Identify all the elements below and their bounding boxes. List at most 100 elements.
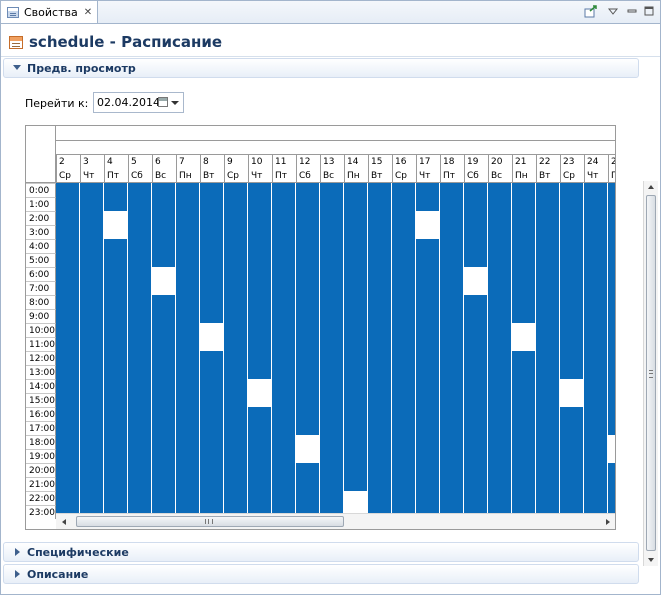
inactive-slot[interactable] [248,379,271,407]
day-column[interactable] [560,183,584,513]
day-column[interactable] [224,183,248,513]
day-number: 15 [368,155,392,169]
inactive-slot[interactable] [560,379,583,407]
inactive-slot[interactable] [296,435,319,463]
hour-label: 7:00 [26,281,56,295]
scroll-left-icon[interactable] [62,519,66,525]
day-number: 6 [152,155,176,169]
section-preview-header[interactable]: Предв. просмотр [3,58,639,78]
chevron-down-icon [13,65,21,70]
hour-label: 15:00 [26,393,56,407]
day-weekday: Вт [200,169,224,183]
horizontal-scrollbar[interactable] [56,513,615,529]
hour-label: 18:00 [26,435,56,449]
hour-label: 2:00 [26,211,56,225]
day-column[interactable] [488,183,512,513]
inactive-slot[interactable] [416,211,439,239]
day-column[interactable] [80,183,104,513]
day-weekday: Вс [152,169,176,183]
hour-label: 13:00 [26,365,56,379]
day-column[interactable] [176,183,200,513]
day-number: 21 [512,155,536,169]
goto-date-picker[interactable]: 02.04.2014 [93,92,184,113]
section-description-label: Описание [27,568,89,581]
inactive-slot[interactable] [464,267,487,295]
chevron-right-icon [15,570,20,578]
inactive-slot[interactable] [152,267,175,295]
inactive-slot[interactable] [512,323,535,351]
day-number: 14 [344,155,368,169]
day-column[interactable] [392,183,416,513]
day-weekday: Вс [320,169,344,183]
header-divider [56,140,615,141]
day-number: 24 [584,155,608,169]
day-column[interactable] [56,183,80,513]
hour-label: 1:00 [26,197,56,211]
day-column[interactable] [272,183,296,513]
day-number: 11 [272,155,296,169]
day-number: 23 [560,155,584,169]
day-column[interactable] [296,183,320,513]
day-number: 8 [200,155,224,169]
hour-label: 17:00 [26,421,56,435]
maximize-icon[interactable] [642,5,656,19]
day-weekday: Ср [392,169,416,183]
day-weekday: Сб [128,169,152,183]
close-icon[interactable]: ✕ [84,7,92,18]
scrollbar-thumb[interactable] [76,516,344,527]
goto-label: Перейти к: [25,97,89,110]
scroll-down-icon[interactable] [648,558,654,562]
properties-view: Свойства ✕ schedule - Расписание Предв. … [0,0,661,595]
day-column[interactable] [320,183,344,513]
day-column[interactable] [536,183,560,513]
scroll-right-icon[interactable] [606,519,610,525]
hour-label: 19:00 [26,449,56,463]
hour-label: 3:00 [26,225,56,239]
section-preview-label: Предв. просмотр [27,62,136,75]
chevron-down-icon[interactable] [171,101,179,105]
inactive-slot[interactable] [344,491,367,513]
day-weekday: Пт [104,169,128,183]
schedule-cells [56,183,615,513]
scroll-up-icon[interactable] [648,185,654,189]
inactive-slot[interactable] [200,323,223,351]
inactive-slot[interactable] [608,435,615,463]
day-column[interactable] [584,183,608,513]
day-number: 12 [296,155,320,169]
day-column[interactable] [440,183,464,513]
grip-icon [649,370,653,378]
inactive-slot[interactable] [104,211,127,239]
section-description-header[interactable]: Описание [3,564,639,584]
chevron-right-icon [15,548,20,556]
day-column[interactable] [344,183,368,513]
pin-icon[interactable] [584,5,598,19]
day-weekday: Вт [536,169,560,183]
day-column[interactable] [464,183,488,513]
goto-date-value[interactable]: 02.04.2014 [97,96,160,109]
day-column[interactable] [152,183,176,513]
hour-label: 11:00 [26,337,56,351]
day-weekday: Пн [176,169,200,183]
day-number: 4 [104,155,128,169]
hour-label: 22:00 [26,491,56,505]
day-column[interactable] [128,183,152,513]
view-menu-icon[interactable] [606,5,620,19]
vertical-scrollbar[interactable] [643,181,658,566]
hour-label: 10:00 [26,323,56,337]
scrollbar-thumb[interactable] [646,195,656,551]
form-header: schedule - Расписание [1,24,660,57]
day-number: 16 [392,155,416,169]
day-column[interactable] [608,183,615,513]
section-specific-header[interactable]: Специфические [3,542,639,562]
tab-label: Свойства [24,5,78,19]
tab-properties[interactable]: Свойства ✕ [1,1,98,23]
minimize-icon[interactable] [625,5,639,19]
day-column[interactable] [368,183,392,513]
day-number: 25 [608,155,615,169]
day-column[interactable] [248,183,272,513]
day-weekday: Чт [248,169,272,183]
calendar-icon[interactable] [158,97,168,107]
day-number: 2 [56,155,80,169]
hour-label: 21:00 [26,477,56,491]
day-weekday: Пт [272,169,296,183]
